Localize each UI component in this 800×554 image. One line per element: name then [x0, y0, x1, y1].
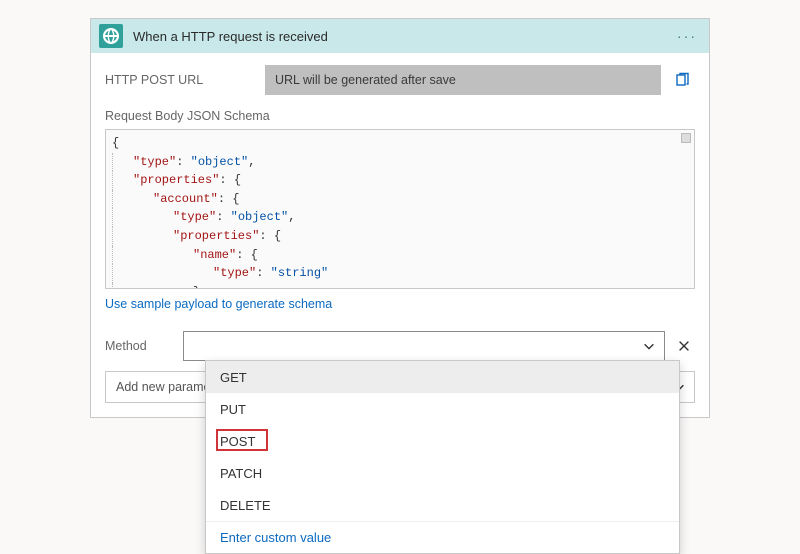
- card-header[interactable]: When a HTTP request is received ···: [91, 19, 709, 53]
- use-sample-payload-link[interactable]: Use sample payload to generate schema: [105, 297, 332, 311]
- trigger-card: When a HTTP request is received ··· HTTP…: [90, 18, 710, 418]
- method-option-put[interactable]: PUT: [206, 393, 679, 425]
- method-option-get[interactable]: GET: [206, 361, 679, 393]
- clear-method-button[interactable]: [673, 335, 695, 357]
- highlight-box: [216, 429, 268, 451]
- method-label: Method: [105, 339, 183, 353]
- schema-label: Request Body JSON Schema: [105, 109, 695, 123]
- card-menu-button[interactable]: ···: [673, 28, 701, 44]
- method-option-delete[interactable]: DELETE: [206, 489, 679, 521]
- scrollbar-thumb[interactable]: [681, 133, 691, 143]
- globe-icon: [99, 24, 123, 48]
- method-dropdown-list: GETPUTPOSTPATCHDELETEEnter custom value: [205, 360, 680, 554]
- schema-editor[interactable]: {"type": "object","properties": {"accoun…: [105, 129, 695, 289]
- chevron-down-icon: [640, 337, 658, 355]
- card-title: When a HTTP request is received: [133, 29, 673, 44]
- method-option-patch[interactable]: PATCH: [206, 457, 679, 489]
- url-readonly-field: URL will be generated after save: [265, 65, 661, 95]
- copy-url-button[interactable]: [669, 67, 695, 93]
- method-option-post[interactable]: POST: [206, 425, 679, 457]
- method-dropdown[interactable]: [183, 331, 665, 361]
- url-label: HTTP POST URL: [105, 73, 265, 87]
- method-option-custom[interactable]: Enter custom value: [206, 521, 679, 553]
